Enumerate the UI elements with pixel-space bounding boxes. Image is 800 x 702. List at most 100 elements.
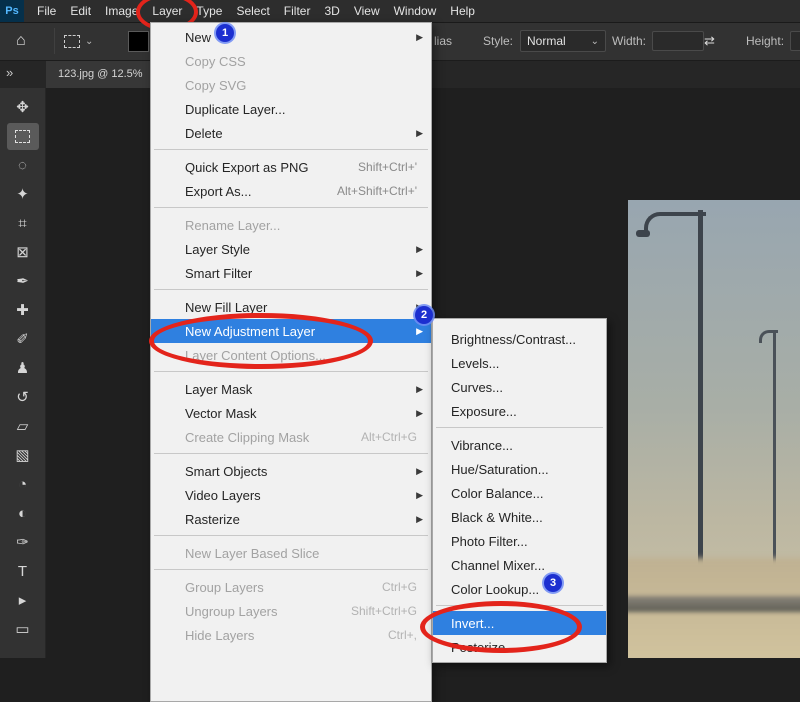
- rectangle-icon: ▭: [15, 622, 29, 637]
- path-selection-tool[interactable]: ▸: [7, 587, 39, 614]
- submenu-item-color-lookup[interactable]: Color Lookup...: [433, 577, 606, 601]
- style-select[interactable]: Normal ⌄: [520, 30, 606, 52]
- menu-help[interactable]: Help: [443, 0, 482, 22]
- submenu-item-exposure[interactable]: Exposure...: [433, 399, 606, 423]
- menu-type[interactable]: Type: [189, 0, 229, 22]
- menu-item-copy-css[interactable]: Copy CSS: [151, 49, 431, 73]
- rectangular-marquee-tool[interactable]: [7, 123, 39, 150]
- brush-icon: ✐: [16, 332, 29, 347]
- color-swatch[interactable]: [128, 31, 149, 52]
- menu-item-layer-mask[interactable]: Layer Mask▶: [151, 377, 431, 401]
- home-icon[interactable]: ⌂: [16, 22, 26, 60]
- rectangle-tool[interactable]: ▭: [7, 616, 39, 643]
- menu-item-new-layer-based-slice[interactable]: New Layer Based Slice: [151, 541, 431, 565]
- submenu-item-brightness-contrast[interactable]: Brightness/Contrast...: [433, 327, 606, 351]
- canvas-image: [628, 200, 800, 658]
- menu-item-delete[interactable]: Delete▶: [151, 121, 431, 145]
- menu-select[interactable]: Select: [229, 0, 276, 22]
- frame-tool[interactable]: ⊠: [7, 239, 39, 266]
- submenu-item-black-white[interactable]: Black & White...: [433, 505, 606, 529]
- menu-layer-label: Layer: [152, 4, 182, 18]
- history-brush-tool[interactable]: ↺: [7, 384, 39, 411]
- submenu-arrow-icon: ▶: [412, 32, 423, 43]
- menu-item-copy-svg[interactable]: Copy SVG: [151, 73, 431, 97]
- menu-item-label: Rasterize: [185, 512, 412, 527]
- submenu-item-photo-filter[interactable]: Photo Filter...: [433, 529, 606, 553]
- eraser-tool[interactable]: ▱: [7, 413, 39, 440]
- eyedropper-tool[interactable]: ✒: [7, 268, 39, 295]
- menu-item-label: Delete: [185, 126, 412, 141]
- menu-file[interactable]: File: [30, 0, 63, 22]
- menu-item-new-fill-layer[interactable]: New Fill Layer▶: [151, 295, 431, 319]
- menu-item-new[interactable]: New▶: [151, 25, 431, 49]
- style-label: Style:: [483, 22, 513, 60]
- healing-brush-icon: ✚: [16, 303, 29, 318]
- document-tab[interactable]: 123.jpg @ 12.5%: [46, 61, 156, 88]
- menu-item-duplicate-layer[interactable]: Duplicate Layer...: [151, 97, 431, 121]
- menu-item-quick-export-png[interactable]: Quick Export as PNGShift+Ctrl+': [151, 155, 431, 179]
- menu-item-smart-filter[interactable]: Smart Filter▶: [151, 261, 431, 285]
- move-icon: ✥: [16, 100, 29, 115]
- menu-item-label: Smart Filter: [185, 266, 412, 281]
- menu-item-label: Layer Style: [185, 242, 412, 257]
- menu-item-label: Hue/Saturation...: [451, 462, 598, 477]
- gradient-tool[interactable]: ▧: [7, 442, 39, 469]
- quick-selection-tool[interactable]: ✦: [7, 181, 39, 208]
- tool-preset-picker[interactable]: ⌄: [64, 22, 93, 60]
- menu-item-label: Vibrance...: [451, 438, 598, 453]
- submenu-item-vibrance[interactable]: Vibrance...: [433, 433, 606, 457]
- crop-tool[interactable]: ⌗: [7, 210, 39, 237]
- blur-icon: ◔: [18, 477, 27, 492]
- healing-brush-tool[interactable]: ✚: [7, 297, 39, 324]
- menu-item-label: Copy SVG: [185, 78, 423, 93]
- menu-item-group-layers[interactable]: Group LayersCtrl+G: [151, 575, 431, 599]
- menu-item-rasterize[interactable]: Rasterize▶: [151, 507, 431, 531]
- menu-item-export-as[interactable]: Export As...Alt+Shift+Ctrl+': [151, 179, 431, 203]
- menu-item-label: Layer Content Options...: [185, 348, 423, 363]
- submenu-item-curves[interactable]: Curves...: [433, 375, 606, 399]
- menu-item-smart-objects[interactable]: Smart Objects▶: [151, 459, 431, 483]
- menu-item-video-layers[interactable]: Video Layers▶: [151, 483, 431, 507]
- submenu-item-hue-saturation[interactable]: Hue/Saturation...: [433, 457, 606, 481]
- menu-item-label: Black & White...: [451, 510, 598, 525]
- menu-item-new-adjustment-layer[interactable]: New Adjustment Layer▶: [151, 319, 431, 343]
- menu-image[interactable]: Image: [98, 0, 145, 22]
- pen-tool[interactable]: ✑: [7, 529, 39, 556]
- menu-separator: [154, 453, 428, 454]
- menu-item-ungroup-layers[interactable]: Ungroup LayersShift+Ctrl+G: [151, 599, 431, 623]
- menu-item-rename-layer[interactable]: Rename Layer...: [151, 213, 431, 237]
- width-input[interactable]: [652, 31, 704, 51]
- menu-item-label: New Fill Layer: [185, 300, 412, 315]
- menu-item-label: Color Lookup...: [451, 582, 598, 597]
- quick-selection-icon: ✦: [16, 187, 29, 202]
- menu-3d[interactable]: 3D: [317, 0, 346, 22]
- lasso-tool[interactable]: ◌: [7, 152, 39, 179]
- clone-stamp-tool[interactable]: ♟: [7, 355, 39, 382]
- menu-item-layer-style[interactable]: Layer Style▶: [151, 237, 431, 261]
- submenu-item-color-balance[interactable]: Color Balance...: [433, 481, 606, 505]
- menu-item-vector-mask[interactable]: Vector Mask▶: [151, 401, 431, 425]
- move-tool[interactable]: ✥: [7, 94, 39, 121]
- adjustment-submenu-panel: Brightness/Contrast... Levels... Curves.…: [432, 318, 607, 663]
- menu-item-layer-content-options[interactable]: Layer Content Options...: [151, 343, 431, 367]
- menu-view[interactable]: View: [347, 0, 387, 22]
- submenu-item-channel-mixer[interactable]: Channel Mixer...: [433, 553, 606, 577]
- toolbar-collapse-icon[interactable]: »: [6, 65, 13, 80]
- dodge-tool[interactable]: ◐: [7, 500, 39, 527]
- submenu-item-invert[interactable]: Invert...: [433, 611, 606, 635]
- swap-dimensions-icon[interactable]: ⇄: [704, 22, 715, 60]
- height-input[interactable]: [790, 31, 800, 51]
- menu-layer[interactable]: Layer: [145, 0, 189, 22]
- height-label: Height:: [746, 22, 784, 60]
- submenu-item-levels[interactable]: Levels...: [433, 351, 606, 375]
- menu-edit[interactable]: Edit: [63, 0, 98, 22]
- menu-filter[interactable]: Filter: [277, 0, 318, 22]
- submenu-item-posterize[interactable]: Posterize...: [433, 635, 606, 659]
- blur-tool[interactable]: ◔: [7, 471, 39, 498]
- annotation-badge-2: 2: [415, 306, 433, 324]
- type-tool[interactable]: T: [7, 558, 39, 585]
- menu-item-create-clipping-mask[interactable]: Create Clipping MaskAlt+Ctrl+G: [151, 425, 431, 449]
- menu-item-hide-layers[interactable]: Hide LayersCtrl+,: [151, 623, 431, 647]
- menu-window[interactable]: Window: [387, 0, 444, 22]
- brush-tool[interactable]: ✐: [7, 326, 39, 353]
